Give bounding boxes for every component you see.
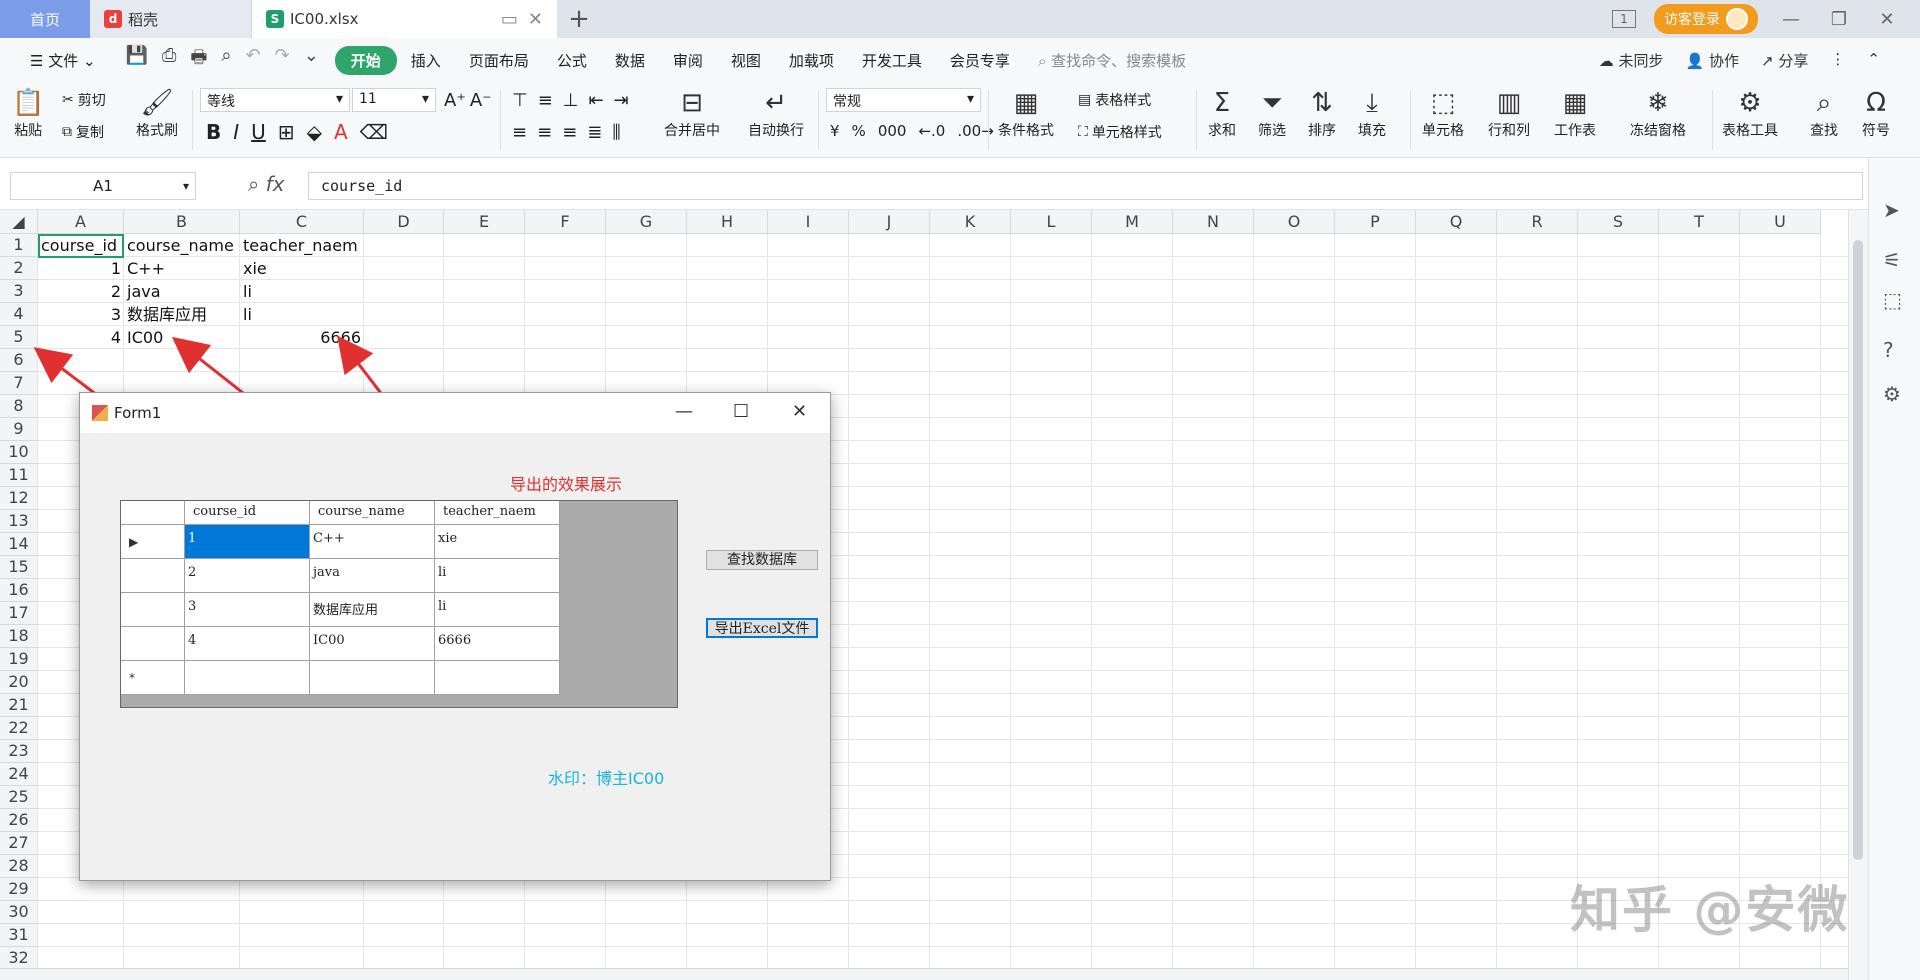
grid-cell[interactable]: li (435, 559, 560, 593)
export-excel-button[interactable]: 导出Excel文件 (706, 618, 818, 638)
grid-cell[interactable]: 4 (185, 627, 310, 661)
grid-header-teacher-naem[interactable]: teacher_naem (435, 501, 560, 525)
form1-window: Form1 — ☐ ✕ 导出的效果展示 course_id course_nam… (79, 392, 831, 881)
new-row-header[interactable]: * (121, 661, 185, 695)
grid-row-header[interactable] (121, 627, 185, 661)
grid-cell[interactable]: 6666 (435, 627, 560, 661)
form-title-bar: Form1 — ☐ ✕ (80, 393, 830, 433)
grid-row-header[interactable] (121, 559, 185, 593)
grid-header-course-name[interactable]: course_name (310, 501, 435, 525)
grid-cell[interactable]: xie (435, 525, 560, 559)
grid-cell[interactable]: 1 (185, 525, 310, 559)
grid-cell[interactable]: 2 (185, 559, 310, 593)
grid-cell[interactable]: C++ (310, 525, 435, 559)
grid-cell[interactable]: java (310, 559, 435, 593)
close-icon[interactable]: ✕ (792, 401, 807, 422)
form-title: Form1 (114, 404, 162, 422)
new-row-cell[interactable] (185, 661, 310, 695)
grid-cell[interactable]: li (435, 593, 560, 627)
form-watermark: 水印：博主IC00 (548, 769, 665, 788)
grid-corner (121, 501, 185, 525)
minimize-icon[interactable]: — (675, 401, 693, 422)
app-icon (92, 405, 108, 421)
maximize-icon[interactable]: ☐ (733, 401, 749, 422)
data-grid-view[interactable]: course_id course_name teacher_naem ▶ 1 C++… (120, 500, 678, 708)
site-watermark: 知乎 @安微 (1570, 881, 1850, 939)
new-row-cell[interactable] (435, 661, 560, 695)
grid-cell[interactable]: 数据库应用 (310, 593, 435, 627)
grid-row-header[interactable] (121, 593, 185, 627)
new-row-cell[interactable] (310, 661, 435, 695)
grid-row-header[interactable]: ▶ (121, 525, 185, 559)
annotation-label: 导出的效果展示 (510, 475, 623, 494)
grid-header-course-id[interactable]: course_id (185, 501, 310, 525)
grid-cell[interactable]: 3 (185, 593, 310, 627)
query-database-button[interactable]: 查找数据库 (706, 550, 818, 570)
grid-cell[interactable]: IC00 (310, 627, 435, 661)
